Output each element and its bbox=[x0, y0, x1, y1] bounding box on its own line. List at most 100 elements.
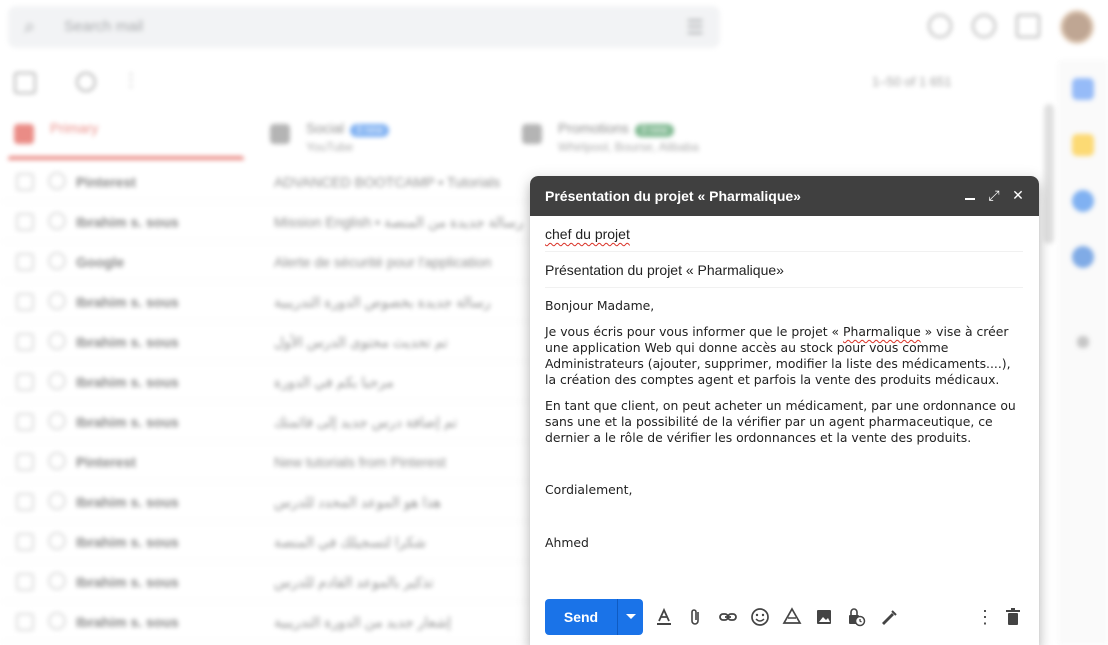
add-icon[interactable] bbox=[1077, 336, 1089, 348]
row-subject: تذكير بالموعد القادم للدرس bbox=[274, 574, 434, 590]
filter-icon[interactable]: ☰ bbox=[686, 15, 704, 40]
to-field[interactable]: chef du projet bbox=[545, 216, 1023, 252]
tasks-icon[interactable] bbox=[1072, 190, 1094, 212]
contacts-icon[interactable] bbox=[1072, 246, 1094, 268]
row-checkbox[interactable] bbox=[16, 533, 34, 551]
star-icon[interactable] bbox=[48, 212, 66, 230]
compose-header[interactable]: Présentation du projet « Pharmalique» ⤢ … bbox=[530, 176, 1039, 216]
star-icon[interactable] bbox=[48, 412, 66, 430]
row-checkbox[interactable] bbox=[16, 573, 34, 591]
avatar[interactable] bbox=[1060, 10, 1094, 44]
star-icon[interactable] bbox=[48, 252, 66, 270]
row-subject: Mission English • رسالة جديدة من المنصة bbox=[274, 214, 524, 230]
star-icon[interactable] bbox=[48, 332, 66, 350]
scrollbar[interactable] bbox=[1044, 104, 1054, 244]
compose-title: Présentation du projet « Pharmalique» bbox=[545, 188, 801, 204]
tab-social[interactable]: Social 3 new YouTube bbox=[270, 110, 510, 166]
close-icon[interactable]: ✕ bbox=[1009, 186, 1027, 204]
row-subject: ADVANCED BOOTCAMP • Tutorials bbox=[274, 174, 501, 190]
row-sender: Ibrahim s. sous bbox=[76, 614, 179, 630]
image-icon[interactable] bbox=[813, 606, 835, 628]
row-sender: Ibrahim s. sous bbox=[76, 494, 179, 510]
calendar-icon[interactable] bbox=[1072, 78, 1094, 100]
compose-window: Présentation du projet « Pharmalique» ⤢ … bbox=[530, 176, 1039, 645]
emoji-icon[interactable] bbox=[749, 606, 771, 628]
subject-field[interactable]: Présentation du projet « Pharmalique» bbox=[545, 252, 1023, 288]
link-icon[interactable] bbox=[717, 606, 739, 628]
search-icon[interactable]: ⌕ bbox=[24, 16, 35, 39]
star-icon[interactable] bbox=[48, 292, 66, 310]
subject-text: Présentation du projet « Pharmalique» bbox=[545, 262, 784, 278]
row-sender: Ibrahim s. sous bbox=[76, 414, 179, 430]
row-sender: Ibrahim s. sous bbox=[76, 334, 179, 350]
star-icon[interactable] bbox=[48, 452, 66, 470]
tab-label: Primary bbox=[50, 120, 99, 136]
misspelled-word[interactable]: Pharmalique bbox=[843, 324, 921, 339]
signature: Ahmed bbox=[545, 535, 589, 550]
row-subject: New tutorials from Pinterest bbox=[274, 454, 446, 470]
people-icon bbox=[270, 124, 290, 144]
refresh-icon[interactable] bbox=[76, 72, 96, 92]
row-checkbox[interactable] bbox=[16, 333, 34, 351]
trash-icon[interactable] bbox=[1002, 606, 1024, 628]
more-options-icon[interactable]: ⋮ bbox=[974, 606, 996, 628]
star-icon[interactable] bbox=[48, 532, 66, 550]
minimize-icon[interactable] bbox=[961, 186, 979, 204]
row-checkbox[interactable] bbox=[16, 613, 34, 631]
row-checkbox[interactable] bbox=[16, 453, 34, 471]
drive-icon[interactable] bbox=[781, 606, 803, 628]
confidential-icon[interactable] bbox=[845, 606, 867, 628]
send-button[interactable]: Send bbox=[545, 599, 617, 635]
tab-sub: Whirlpool, Bourse, Alibaba bbox=[558, 140, 699, 154]
select-all-checkbox[interactable] bbox=[14, 72, 36, 94]
tab-label: Social bbox=[306, 120, 345, 136]
star-icon[interactable] bbox=[48, 492, 66, 510]
star-icon[interactable] bbox=[48, 172, 66, 190]
paragraph-1: Je vous écris pour vous informer que le … bbox=[545, 324, 1011, 387]
row-sender: Ibrahim s. sous bbox=[76, 534, 179, 550]
help-icon[interactable] bbox=[928, 14, 952, 38]
star-icon[interactable] bbox=[48, 572, 66, 590]
new-badge: 3 new bbox=[350, 124, 389, 137]
tab-label: Promotions bbox=[558, 120, 629, 136]
row-sender: Ibrahim s. sous bbox=[76, 374, 179, 390]
star-icon[interactable] bbox=[48, 372, 66, 390]
row-checkbox[interactable] bbox=[16, 413, 34, 431]
format-text-icon[interactable] bbox=[653, 606, 675, 628]
greeting: Bonjour Madame, bbox=[545, 298, 655, 313]
tab-promotions[interactable]: Promotions 3 new Whirlpool, Bourse, Aliba… bbox=[522, 110, 762, 166]
row-subject: تم إضافة درس جديد إلى قائمتك bbox=[274, 414, 458, 430]
recipient[interactable]: chef du projet bbox=[545, 226, 630, 242]
active-tab-indicator bbox=[8, 156, 244, 160]
new-badge: 3 new bbox=[634, 124, 674, 137]
row-checkbox[interactable] bbox=[16, 293, 34, 311]
search-bar[interactable]: ⌕ Search mail ☰ bbox=[8, 6, 720, 48]
row-checkbox[interactable] bbox=[16, 213, 34, 231]
row-subject: رسالة جديدة بخصوص الدورة التدريبية bbox=[274, 294, 491, 310]
top-bar: ⌕ Search mail ☰ bbox=[0, 0, 1108, 54]
apps-icon[interactable] bbox=[1016, 14, 1040, 38]
signature-icon[interactable] bbox=[877, 606, 899, 628]
expand-icon[interactable]: ⤢ bbox=[985, 186, 1003, 204]
inbox-toolbar: ⋮ 1–50 of 1 651 bbox=[0, 62, 1050, 104]
keep-icon[interactable] bbox=[1072, 134, 1094, 156]
tag-icon bbox=[522, 124, 542, 144]
closing: Cordialement, bbox=[545, 482, 633, 497]
star-icon[interactable] bbox=[48, 612, 66, 630]
attach-icon[interactable] bbox=[685, 606, 707, 628]
more-icon[interactable]: ⋮ bbox=[122, 70, 140, 91]
row-sender: Ibrahim s. sous bbox=[76, 574, 179, 590]
side-panel bbox=[1058, 60, 1108, 645]
row-subject: Alerte de sécurité pour l'application bbox=[274, 254, 492, 270]
row-checkbox[interactable] bbox=[16, 493, 34, 511]
row-checkbox[interactable] bbox=[16, 173, 34, 191]
row-sender: Ibrahim s. sous bbox=[76, 214, 179, 230]
send-options-icon[interactable] bbox=[617, 599, 643, 635]
row-subject: إشعار جديد من الدورة التدريبية bbox=[274, 614, 452, 630]
row-checkbox[interactable] bbox=[16, 373, 34, 391]
row-sender: Pinterest bbox=[76, 174, 136, 190]
page-count: 1–50 of 1 651 bbox=[872, 74, 952, 89]
row-sender: Ibrahim s. sous bbox=[76, 294, 179, 310]
settings-icon[interactable] bbox=[972, 14, 996, 38]
row-checkbox[interactable] bbox=[16, 253, 34, 271]
